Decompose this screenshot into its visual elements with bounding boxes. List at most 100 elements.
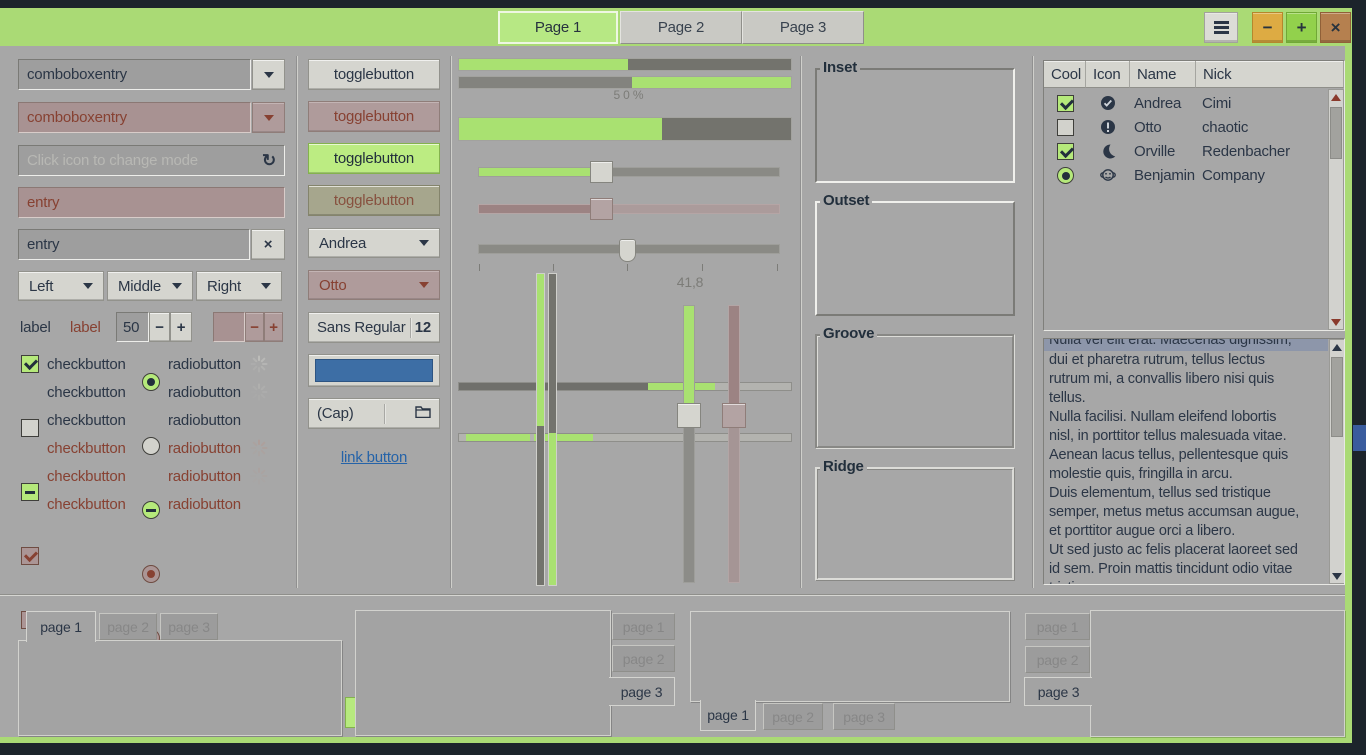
vscale-handle[interactable] — [677, 403, 701, 428]
hscale-marks-handle[interactable] — [619, 239, 636, 262]
font-name: Sans Regular — [317, 319, 406, 336]
scroll-up-arrow-icon[interactable] — [1330, 340, 1344, 354]
frame-label-inset: Inset — [820, 59, 860, 76]
notebook-left-tab-page3[interactable]: page 3 — [1024, 677, 1092, 706]
textview[interactable]: Nulla vel elit erat. Maecenas dignissim,… — [1043, 338, 1345, 585]
radiobutton-mixed[interactable] — [142, 501, 160, 519]
frame-label-ridge: Ridge — [820, 458, 867, 475]
column-header-name[interactable]: Name — [1130, 61, 1196, 88]
scrollbar-thumb[interactable] — [1330, 107, 1342, 159]
textview-scrollbar[interactable] — [1329, 339, 1345, 584]
column-header-name-label: Name — [1137, 66, 1176, 83]
column-header-icon[interactable]: Icon — [1086, 61, 1130, 88]
treeview-table: Cool Icon Name Nick Andrea Cimi Otto cha… — [1043, 60, 1345, 331]
notebook-right-tab-page3[interactable]: page 3 — [609, 677, 675, 706]
scrollbar-thumb[interactable] — [1331, 357, 1343, 437]
notebook-bottom-tab-page1[interactable]: page 1 — [700, 700, 756, 731]
notebook-bottom-tab-page3[interactable]: page 3 — [833, 703, 895, 730]
cell-radio-selected[interactable] — [1057, 167, 1074, 184]
header-tab-page3[interactable]: Page 3 — [742, 11, 864, 44]
progressbar-ltr — [458, 58, 792, 71]
plus-button[interactable]: + — [1286, 12, 1317, 43]
combobox-middle[interactable]: Middle — [107, 271, 193, 301]
mode-entry[interactable]: Click icon to change mode↻ — [18, 145, 285, 176]
combobox-right[interactable]: Right — [196, 271, 282, 301]
checkbutton-mixed[interactable] — [21, 483, 39, 501]
label-normal: label — [20, 319, 51, 336]
checkbutton-checked[interactable] — [21, 355, 39, 373]
column-header-nick[interactable]: Nick — [1196, 61, 1344, 88]
color-button[interactable] — [308, 354, 440, 387]
scroll-down-arrow-icon[interactable] — [1330, 569, 1344, 583]
notebook-top-tab-page3[interactable]: page 3 — [160, 613, 218, 640]
chevron-down-icon — [419, 282, 429, 288]
entry[interactable]: entry — [18, 229, 250, 260]
spinbutton-text: 50 — [123, 319, 139, 336]
togglebutton-normal[interactable]: togglebutton — [308, 59, 440, 90]
checkbutton-label: checkbutton — [47, 384, 126, 401]
desktop-top-strip — [0, 0, 1366, 8]
header-tab-page2[interactable]: Page 2 — [620, 11, 742, 44]
combobox-names[interactable]: Andrea — [308, 228, 440, 258]
column-header-cool-label: Cool — [1051, 66, 1081, 83]
hscale-disabled-track — [478, 204, 780, 214]
table-row[interactable]: Orville Redenbacher — [1044, 139, 1328, 163]
checkbutton-unchecked[interactable] — [21, 419, 39, 437]
checkbutton-label: checkbutton — [47, 496, 126, 513]
togglebutton-active[interactable]: togglebutton — [308, 143, 440, 174]
table-row[interactable]: Otto chaotic — [1044, 115, 1328, 139]
cell-checkbox-checked[interactable] — [1057, 95, 1074, 112]
comboboxentry-dropdown-button[interactable] — [252, 59, 285, 90]
notebook-left-tab-page2[interactable]: page 2 — [1025, 646, 1090, 673]
column-header-cool[interactable]: Cool — [1044, 61, 1086, 88]
hscale-disabled-handle — [590, 198, 613, 220]
close-button[interactable]: × — [1320, 12, 1351, 43]
comboboxentry-input[interactable]: comboboxentry — [18, 59, 251, 90]
combobox-left[interactable]: Left — [18, 271, 104, 301]
notebook-bottom-tab-page2[interactable]: page 2 — [763, 703, 823, 730]
window-border-right — [1345, 8, 1352, 743]
chevron-down-icon — [264, 115, 274, 121]
notebook-right-tab-page2[interactable]: page 2 — [612, 645, 675, 672]
radiobutton-label: radiobutton — [168, 384, 241, 401]
spinbutton-decrement[interactable]: − — [149, 312, 170, 342]
cell-checkbox-checked[interactable] — [1057, 143, 1074, 160]
file-chooser-button[interactable]: (Cap) — [308, 398, 440, 429]
cell-checkbox-unchecked[interactable] — [1057, 119, 1074, 136]
hscale-handle[interactable] — [590, 161, 613, 183]
radiobutton-selected[interactable] — [142, 373, 160, 391]
spinbutton-increment[interactable]: + — [170, 312, 192, 342]
notebook-top-tab-page2[interactable]: page 2 — [99, 613, 157, 640]
separator — [296, 56, 298, 588]
link-button[interactable]: link button — [308, 449, 440, 466]
menu-button[interactable] — [1204, 12, 1238, 43]
vscale-track[interactable] — [683, 305, 695, 583]
header-tab-page1-label: Page 1 — [535, 19, 581, 36]
scroll-down-arrow-icon[interactable] — [1329, 315, 1343, 329]
table-scrollbar[interactable] — [1328, 89, 1344, 330]
frame-inset — [815, 68, 1015, 183]
hscale-track[interactable] — [478, 167, 780, 177]
radiobutton-label: radiobutton — [168, 468, 241, 485]
minus-button[interactable]: − — [1252, 12, 1283, 43]
radiobutton-label: radiobutton — [168, 412, 241, 429]
close-icon: × — [1331, 18, 1341, 38]
radiobutton-label: radiobutton — [168, 496, 241, 513]
table-row[interactable]: Andrea Cimi — [1044, 91, 1328, 115]
notebook-top-tab-page1[interactable]: page 1 — [26, 611, 96, 642]
window-border-bottom — [0, 737, 1345, 743]
header-tab-page1[interactable]: Page 1 — [498, 11, 618, 44]
spinner-icon — [250, 439, 268, 461]
refresh-icon[interactable]: ↻ — [262, 151, 276, 171]
notebook-left-tab-page1[interactable]: page 1 — [1025, 613, 1090, 640]
scroll-up-arrow-icon[interactable] — [1329, 90, 1343, 104]
radiobutton-unselected[interactable] — [142, 437, 160, 455]
entry-clear-button[interactable]: × — [251, 229, 285, 260]
notebook-right-tab-page1[interactable]: page 1 — [612, 613, 675, 640]
spinbutton-value[interactable]: 50 — [116, 312, 149, 342]
font-button[interactable]: Sans Regular12 — [308, 312, 440, 343]
cell-nick: Company — [1202, 163, 1328, 187]
desktop-right-strip — [1352, 0, 1366, 755]
togglebutton-label: togglebutton — [334, 150, 414, 167]
table-row[interactable]: Benjamin Company — [1044, 163, 1328, 187]
